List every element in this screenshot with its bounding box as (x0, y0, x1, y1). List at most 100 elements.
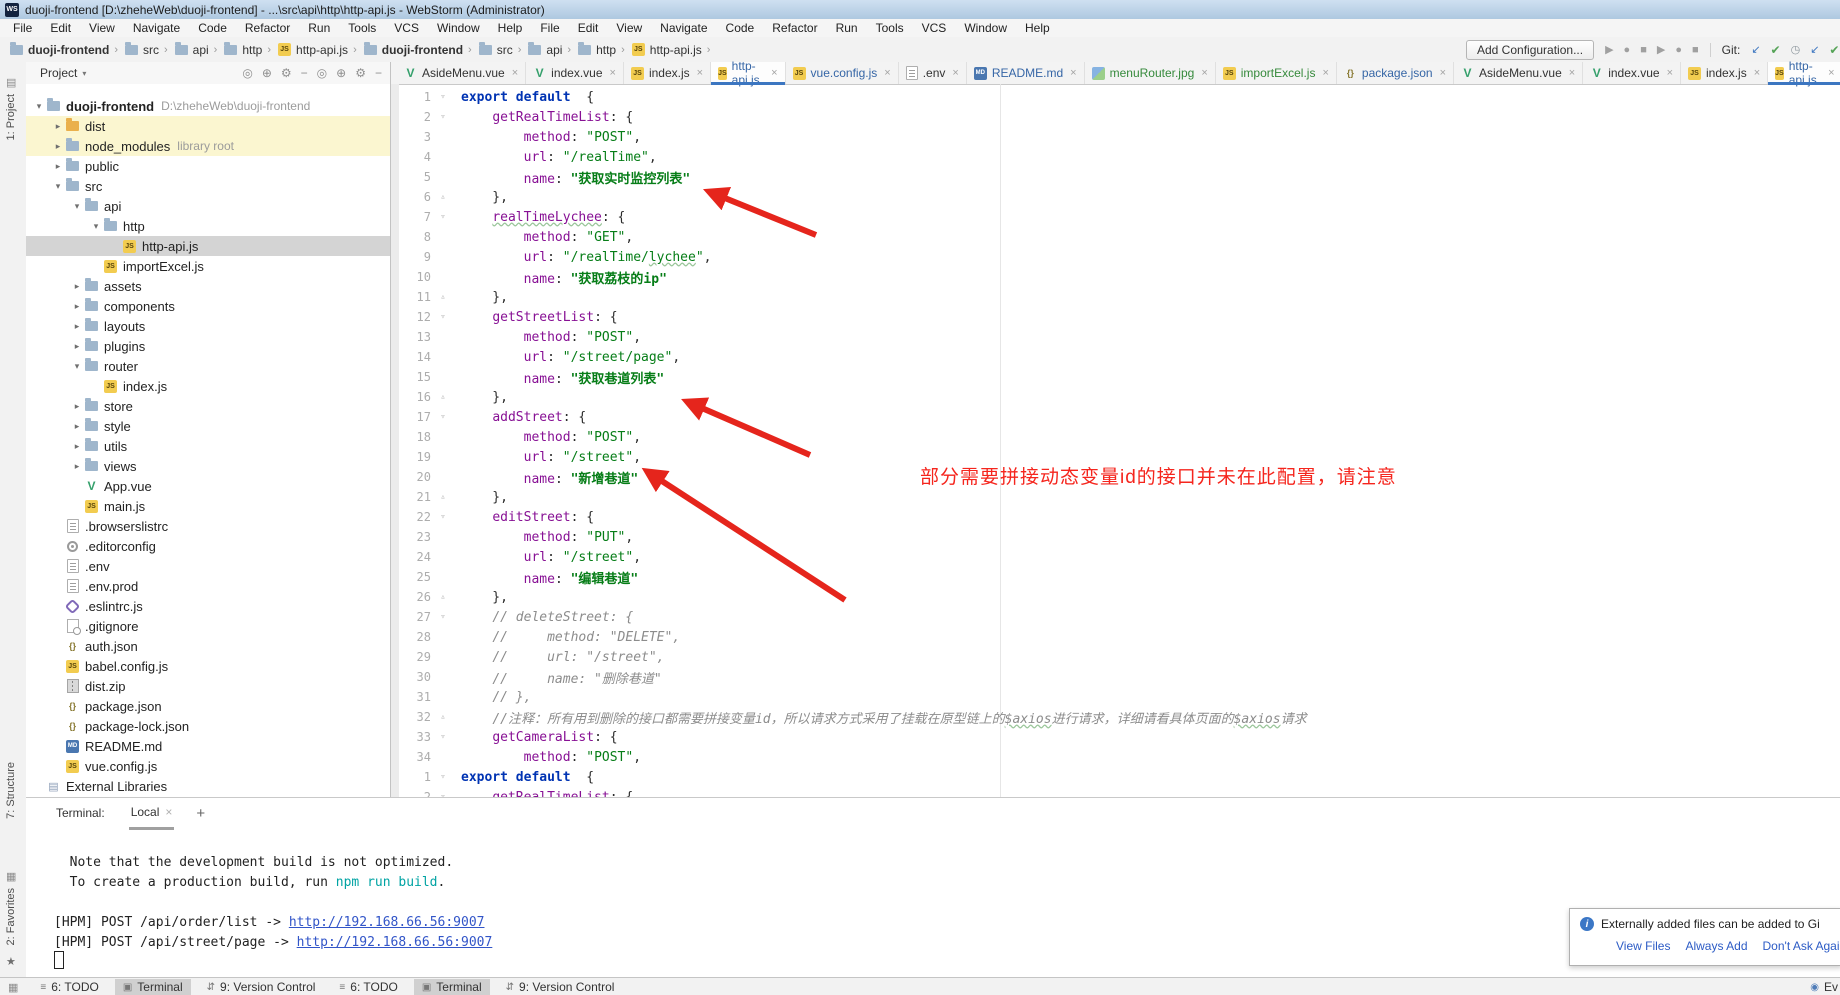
code-line[interactable]: 3 method: "POST", (391, 127, 1840, 147)
editor-tab[interactable]: menuRouter.jpg (1085, 62, 1216, 84)
menu-item[interactable]: Edit (569, 21, 608, 35)
tree-item[interactable]: ▸ utils (26, 436, 390, 456)
close-tab-icon[interactable] (697, 67, 703, 79)
menu-item[interactable]: Help (489, 21, 532, 35)
menu-item[interactable]: Refactor (763, 21, 826, 35)
hide-panel-icon[interactable]: − (375, 67, 382, 79)
code-line[interactable]: 27 ▿ // deleteStreet: { (391, 607, 1840, 627)
tree-expand-arrow-icon[interactable]: ▸ (51, 121, 65, 132)
close-tab-icon[interactable] (1322, 67, 1328, 79)
stripe-project-label[interactable]: 1: Project (5, 94, 17, 140)
code-line[interactable]: 25 name: "编辑巷道" (391, 567, 1840, 587)
editor-tab[interactable]: AsideMenu.vue (397, 62, 526, 84)
tree-expand-arrow-icon[interactable]: ▸ (70, 441, 84, 452)
menu-item[interactable]: View (607, 21, 651, 35)
tree-item[interactable]: ▾ api (26, 196, 390, 216)
code-line[interactable]: 21 ▵ }, (391, 487, 1840, 507)
code-line[interactable]: 1 ▿ export default { (391, 87, 1840, 107)
close-tab-icon[interactable] (1667, 67, 1673, 79)
menu-item[interactable]: Code (717, 21, 764, 35)
fold-marker-icon[interactable]: ▵ (431, 392, 455, 402)
fold-marker-icon[interactable]: ▵ (431, 712, 455, 722)
editor-tab[interactable]: AsideMenu.vue (1454, 62, 1583, 84)
stripe-favorites-label[interactable]: 2: Favorites (5, 888, 17, 945)
tree-item[interactable]: importExcel.js (26, 256, 390, 276)
close-tab-icon[interactable] (1569, 67, 1575, 79)
commit-icon[interactable]: ✔ (1829, 43, 1839, 57)
notification-action-link[interactable]: View Files (1616, 939, 1670, 953)
tree-item[interactable]: vue.config.js (26, 756, 390, 776)
close-tab-icon[interactable] (884, 67, 890, 79)
debug-bug-icon[interactable]: ● (1675, 44, 1682, 56)
fold-marker-icon[interactable]: ▿ (431, 512, 455, 522)
commit-icon[interactable]: ✔ (1771, 43, 1781, 57)
code-line[interactable]: 9 url: "/realTime/lychee", (391, 247, 1840, 267)
editor-tab[interactable]: index.vue (526, 62, 624, 84)
settings-gear-icon[interactable]: ⚙ (355, 67, 366, 79)
breadcrumb-item[interactable]: src › (479, 43, 527, 57)
menu-item[interactable]: File (4, 21, 41, 35)
tree-item[interactable]: ▸ store (26, 396, 390, 416)
editor-tab[interactable]: http-api.js (711, 62, 785, 84)
tree-expand-arrow-icon[interactable]: ▸ (70, 301, 84, 312)
code-line[interactable]: 15 name: "获取巷道列表" (391, 367, 1840, 387)
stop-icon[interactable]: ■ (1640, 44, 1647, 56)
tree-expand-arrow-icon[interactable]: ▸ (51, 161, 65, 172)
tree-item[interactable]: ▸ node_modules library root (26, 136, 390, 156)
menu-item[interactable]: Window (955, 21, 1016, 35)
tree-item[interactable]: http-api.js (26, 236, 390, 256)
expand-all-icon[interactable]: ⊕ (336, 67, 346, 79)
code-line[interactable]: 12 ▿ getStreetList: { (391, 307, 1840, 327)
menu-item[interactable]: Code (189, 21, 236, 35)
project-panel-title[interactable]: Project (26, 66, 77, 80)
close-tab-icon[interactable] (610, 67, 616, 79)
tree-item[interactable]: main.js (26, 496, 390, 516)
code-line[interactable]: 22 ▿ editStreet: { (391, 507, 1840, 527)
locate-file-icon[interactable]: ◎ (242, 67, 252, 79)
fold-marker-icon[interactable]: ▵ (431, 492, 455, 502)
tree-item[interactable]: babel.config.js (26, 656, 390, 676)
tree-expand-arrow-icon[interactable]: ▾ (70, 361, 84, 372)
stripe-grid-icon[interactable]: ▦ (6, 870, 16, 883)
close-tab-icon[interactable] (952, 67, 958, 79)
tree-item[interactable]: index.js (26, 376, 390, 396)
menu-item[interactable]: Navigate (651, 21, 716, 35)
tree-item[interactable]: ▸ style (26, 416, 390, 436)
tree-expand-arrow-icon[interactable]: ▸ (70, 421, 84, 432)
tree-expand-arrow-icon[interactable]: ▸ (51, 141, 65, 152)
fold-marker-icon[interactable]: ▿ (431, 732, 455, 742)
menu-item[interactable]: Edit (41, 21, 80, 35)
breadcrumb-item[interactable]: http › (224, 43, 276, 57)
code-line[interactable]: 32 ▵ //注释：所有用到删除的接口都需要拼接变量id，所以请求方式采用了挂载… (391, 707, 1840, 727)
terminal-output[interactable]: Note that the development build is not o… (26, 832, 1840, 978)
tree-item[interactable]: dist.zip (26, 676, 390, 696)
code-line[interactable]: 1 ▿ export default { (391, 767, 1840, 787)
tree-expand-arrow-icon[interactable]: ▸ (70, 281, 84, 292)
terminal-tab-local[interactable]: Local (129, 797, 175, 830)
breadcrumb-item[interactable]: http-api.js › (278, 43, 362, 57)
title-bar[interactable]: WS duoji-frontend [D:\zheheWeb\duoji-fro… (0, 0, 1840, 20)
tree-item[interactable]: ▾ router (26, 356, 390, 376)
code-line[interactable]: 11 ▵ }, (391, 287, 1840, 307)
breadcrumb-item[interactable]: api › (175, 43, 223, 57)
menu-item[interactable]: Run (299, 21, 339, 35)
code-line[interactable]: 33 ▿ getCameraList: { (391, 727, 1840, 747)
fold-marker-icon[interactable]: ▿ (431, 112, 455, 122)
code-line[interactable]: 30 // name: "删除巷道" (391, 667, 1840, 687)
fold-marker-icon[interactable]: ▿ (431, 612, 455, 622)
stripe-structure-label[interactable]: 7: Structure (5, 762, 17, 819)
close-tab-icon[interactable] (512, 67, 518, 79)
breadcrumb-item[interactable]: duoji-frontend › (364, 43, 477, 57)
update-project-icon[interactable]: ↙ (1751, 43, 1760, 56)
fold-marker-icon[interactable]: ▿ (431, 772, 455, 782)
add-configuration-button[interactable]: Add Configuration... (1466, 40, 1594, 60)
editor-tab[interactable]: importExcel.js (1216, 62, 1337, 84)
breadcrumb-item[interactable]: duoji-frontend › (10, 43, 123, 57)
menu-item[interactable]: Window (428, 21, 489, 35)
menu-item[interactable]: VCS (385, 21, 428, 35)
menu-item[interactable]: Run (827, 21, 867, 35)
code-line[interactable]: 5 name: "获取实时监控列表" (391, 167, 1840, 187)
status-bar-item[interactable]: ⇵ 9: Version Control (498, 979, 623, 995)
code-editor[interactable]: 1 ▿ export default { 2 ▿ getRealTimeList… (391, 84, 1840, 797)
code-line[interactable]: 4 url: "/realTime", (391, 147, 1840, 167)
